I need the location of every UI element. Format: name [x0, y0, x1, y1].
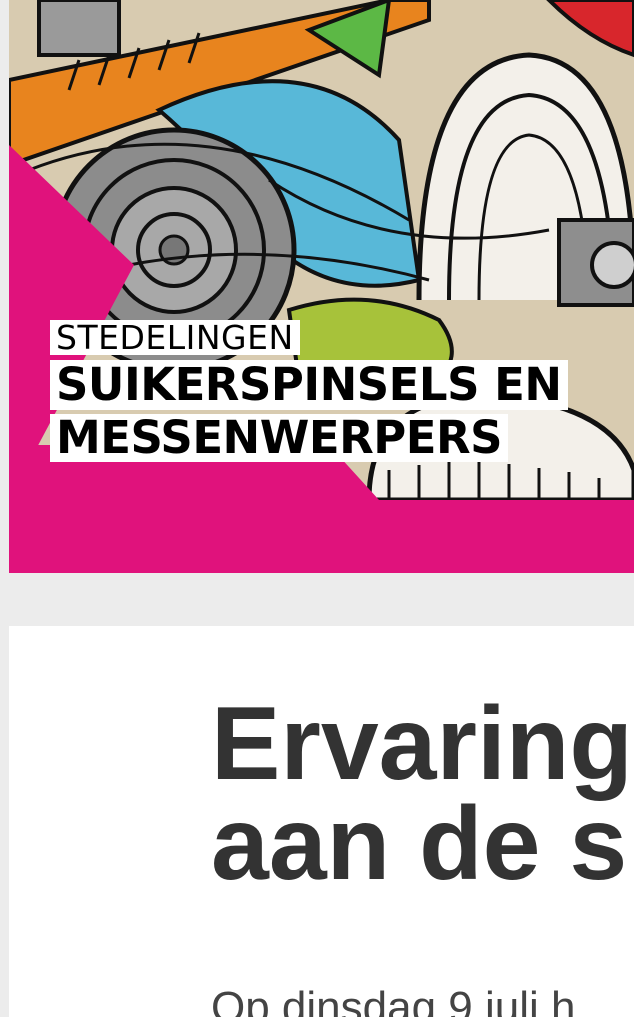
- article-intro: Op dinsdag 9 juli h: [211, 983, 576, 1017]
- hero-banner[interactable]: STEDELINGEN SUIKERSPINSELS EN MESSENWERP…: [9, 0, 634, 573]
- headline-line-2: aan de s: [211, 786, 628, 902]
- hero-illustration: [9, 0, 634, 573]
- article-headline: Ervaring aan de s: [211, 686, 633, 902]
- page: STEDELINGEN SUIKERSPINSELS EN MESSENWERP…: [0, 0, 634, 1017]
- article-card: Ervaring aan de s Op dinsdag 9 juli h: [9, 626, 634, 1017]
- hero-title-line-1: SUIKERSPINSELS EN: [50, 360, 568, 410]
- headline-line-1: Ervaring: [211, 686, 633, 802]
- hero-title-line-2: MESSENWERPERS: [50, 414, 509, 462]
- hero-subtitle: STEDELINGEN: [50, 320, 300, 355]
